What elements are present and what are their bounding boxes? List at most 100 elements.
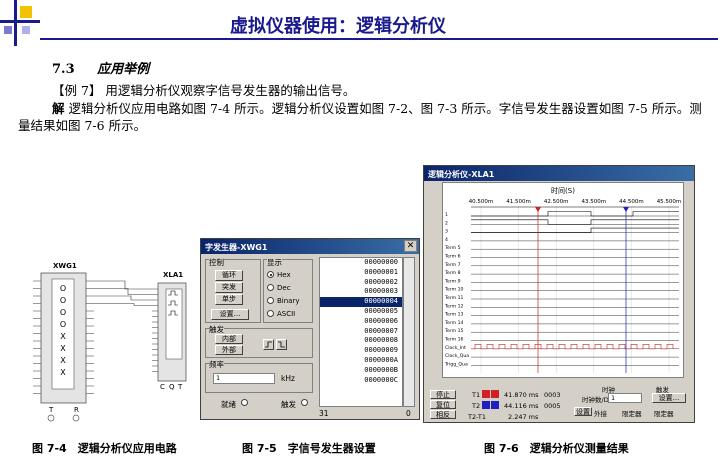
la-pins: [152, 288, 158, 372]
word-list-item[interactable]: 00000007: [320, 327, 402, 337]
t2t1-label: T2-T1: [468, 413, 486, 421]
wg-pin-r: R: [74, 406, 79, 414]
time-tick-label: 44.500m: [619, 199, 644, 205]
channel-label: Clock_Int: [445, 345, 466, 351]
solution-label: 解: [52, 101, 65, 116]
display-label: 显示: [267, 257, 282, 268]
page-title: 虚拟仪器使用：逻辑分析仪: [230, 16, 446, 37]
control-label: 控制: [209, 257, 224, 268]
radio-dec[interactable]: Dec: [267, 284, 291, 292]
ready-indicator: [241, 399, 251, 407]
word-list-item[interactable]: 00000000: [320, 258, 402, 268]
example-paragraph: 【例 7】 用逻辑分析仪观察字信号发生器的输出信号。: [52, 82, 355, 99]
logic-analyzer-titlebar[interactable]: 逻辑分析仪-XLA1: [424, 166, 694, 181]
word-list-item[interactable]: 0000000C: [320, 376, 402, 386]
stop-button[interactable]: 停止: [430, 390, 456, 399]
trigger-indicator: [301, 399, 311, 407]
close-icon[interactable]: ✕: [404, 240, 417, 252]
word-list-item[interactable]: 00000008: [320, 336, 402, 346]
channel-label: Clock_Qua: [445, 353, 469, 359]
cursor-t1-marker: [535, 207, 541, 212]
channel-waveform: [471, 219, 679, 225]
word-list-item[interactable]: 0000000A: [320, 356, 402, 366]
la-label: XLA1: [163, 271, 183, 279]
channel-label: Term 9: [444, 278, 461, 284]
wg-mark: O: [60, 308, 66, 317]
clock-waveform: [471, 344, 674, 350]
step-button[interactable]: 单步: [215, 294, 243, 305]
word-list-scrollbar[interactable]: [403, 257, 415, 407]
radio-binary[interactable]: Binary: [267, 297, 300, 305]
caption-fig-7-6: 图 7-6 逻辑分析仪测量结果: [484, 442, 629, 455]
section-heading: 7.3 应用举例: [52, 58, 149, 77]
t1-right-arrow-icon[interactable]: [491, 390, 499, 398]
time-axis-label: 时间(S): [551, 186, 575, 195]
la-pin-c: C: [160, 383, 165, 391]
wg-mark: X: [60, 332, 66, 341]
example-label: 【例 7】: [52, 83, 102, 98]
word-list-item[interactable]: 00000006: [320, 317, 402, 327]
channel-label: 4: [445, 237, 448, 243]
header-rule: [40, 38, 718, 40]
clock-qualifier-label: 限定器: [622, 410, 642, 418]
channel-label: 1: [445, 212, 448, 218]
burst-button[interactable]: 突发: [215, 282, 243, 293]
word-list[interactable]: 00000000 00000001 00000002 00000003 00000004…: [319, 257, 403, 407]
rising-edge-button[interactable]: [263, 339, 274, 350]
caption-fig-7-4: 图 7-4 逻辑分析仪应用电路: [32, 442, 177, 455]
internal-button[interactable]: 内部: [215, 334, 243, 344]
t1-label: T1: [472, 391, 481, 399]
channel-label: Trigg_Qua: [444, 361, 468, 367]
trigger-setup-button[interactable]: 设置...: [652, 393, 686, 403]
wg-pin-t: T: [48, 406, 54, 414]
word-generator-title: 字发生器-XWG1: [205, 243, 268, 252]
rising-edge-icon: [265, 341, 272, 348]
wg-mark: X: [60, 344, 66, 353]
trigger-qualifier-label: 限定器: [654, 410, 674, 418]
clock-div-input[interactable]: 1: [608, 393, 642, 403]
example-text: 用逻辑分析仪观察字信号发生器的输出信号。: [105, 83, 356, 98]
clock-external-label: 外接: [594, 410, 607, 418]
t1-value: 0003: [544, 391, 561, 399]
word-list-item[interactable]: 00000009: [320, 346, 402, 356]
time-tick-label: 43.500m: [581, 199, 606, 205]
frequency-input[interactable]: 1: [213, 373, 275, 384]
frequency-label: 频率: [209, 359, 224, 370]
wg-mark: O: [60, 320, 66, 329]
clock-setup-button[interactable]: 设置: [574, 407, 592, 416]
word-list-item[interactable]: 0000000B: [320, 366, 402, 376]
channel-waveform: [471, 227, 679, 233]
external-button[interactable]: 外部: [215, 345, 243, 355]
channel-label: Term 5: [444, 245, 461, 251]
radio-hex[interactable]: Hex: [267, 271, 291, 279]
t2-time: 44.116 ms: [504, 402, 539, 410]
word-list-item[interactable]: 00000003: [320, 287, 402, 297]
t2-left-arrow-icon[interactable]: [482, 401, 490, 409]
word-generator-titlebar[interactable]: 字发生器-XWG1 ✕: [201, 239, 419, 254]
word-list-item[interactable]: 00000005: [320, 307, 402, 317]
t1-time: 41.870 ms: [504, 391, 539, 399]
word-list-item[interactable]: 00000002: [320, 278, 402, 288]
setup-button[interactable]: 设置...: [211, 309, 249, 320]
channel-label: 2: [445, 220, 448, 226]
timing-plot[interactable]: 时间(S) 40.500m 41.500m 42.500m 43.500m 44.500…: [437, 182, 684, 378]
reset-button[interactable]: 复位: [430, 400, 456, 409]
word-generator-window: 字发生器-XWG1 ✕ 控制 循环 突发 单步 设置... 显示 Hex Dec…: [200, 238, 420, 420]
reverse-button[interactable]: 相反: [430, 410, 456, 419]
cycle-button[interactable]: 循环: [215, 270, 243, 281]
t2-right-arrow-icon[interactable]: [491, 401, 499, 409]
radio-ascii[interactable]: ASCII: [267, 310, 295, 318]
word-list-item[interactable]: 00000004: [320, 297, 402, 307]
t2-value: 0005: [544, 402, 561, 410]
solution-paragraph: 解 逻辑分析仪应用电路如图 7-4 所示。逻辑分析仪设置如图 7-2、图 7-3…: [18, 100, 708, 134]
wires: [94, 280, 152, 306]
wire: [94, 295, 152, 301]
bit-index-start: 31: [319, 409, 329, 418]
falling-edge-button[interactable]: [276, 339, 287, 350]
bit-index-end: 0: [406, 409, 411, 418]
word-list-item[interactable]: 00000001: [320, 268, 402, 278]
t1-left-arrow-icon[interactable]: [482, 390, 490, 398]
channel-label: Term 15: [444, 328, 464, 334]
la-pin-q: Q: [169, 383, 175, 391]
t2-label: T2: [472, 402, 481, 410]
